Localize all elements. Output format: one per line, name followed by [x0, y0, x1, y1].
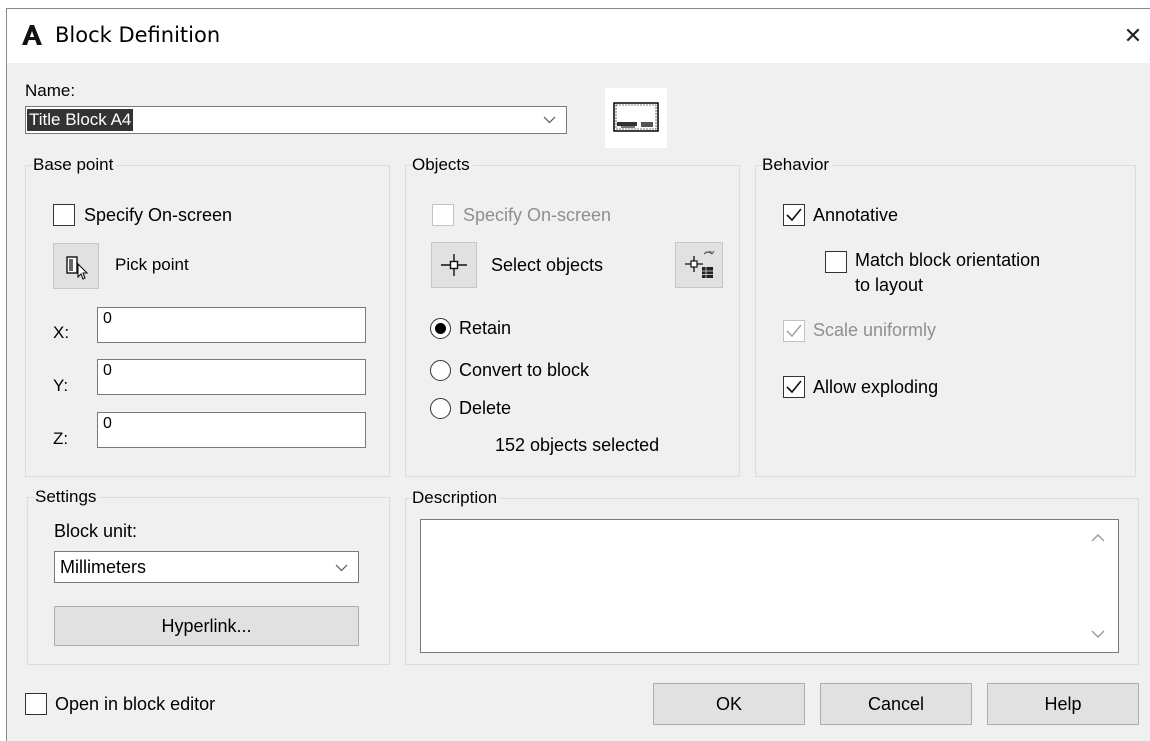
z-coordinate-input[interactable]: 0: [97, 412, 366, 448]
select-objects-button[interactable]: [431, 242, 477, 288]
match-orientation-label-line1: Match block orientation: [855, 250, 1041, 270]
chevron-down-icon[interactable]: [335, 564, 348, 572]
title-bar: Block Definition ✕: [7, 9, 1150, 63]
y-label: Y:: [53, 376, 69, 395]
pick-point-label: Pick point: [115, 255, 189, 274]
scale-uniformly-checkbox[interactable]: [783, 320, 805, 342]
open-in-block-editor-checkbox[interactable]: [25, 693, 47, 715]
convert-to-block-radio[interactable]: [430, 360, 451, 381]
pick-point-icon: [66, 256, 89, 280]
block-unit-label: Block unit:: [54, 521, 138, 541]
y-coordinate-input[interactable]: 0: [97, 359, 366, 395]
objects-selected-status: 152 objects selected: [495, 435, 660, 455]
allow-exploding-checkbox[interactable]: [783, 376, 805, 398]
block-unit-value: Millimeters: [60, 557, 147, 577]
scroll-up-icon[interactable]: [1091, 533, 1105, 543]
scroll-down-icon[interactable]: [1091, 629, 1105, 639]
block-definition-dialog: Block Definition ✕ Name: Title Block A4 …: [6, 8, 1150, 741]
quick-select-icon: [685, 250, 715, 278]
crosshair-icon: [441, 254, 467, 276]
retain-radio[interactable]: [430, 318, 451, 339]
block-unit-select[interactable]: Millimeters: [54, 551, 359, 583]
annotative-label: Annotative: [813, 205, 899, 225]
select-objects-label: Select objects: [491, 255, 604, 275]
checkmark-icon: [786, 380, 802, 394]
convert-to-block-label: Convert to block: [459, 360, 590, 380]
help-button[interactable]: Help: [987, 683, 1139, 725]
scale-uniformly-label: Scale uniformly: [813, 320, 937, 340]
dialog-title: Block Definition: [55, 23, 221, 47]
behavior-legend: Behavior: [762, 155, 833, 175]
open-in-block-editor-label: Open in block editor: [55, 694, 216, 714]
ok-button[interactable]: OK: [653, 683, 805, 725]
objects-specify-onscreen-label: Specify On-screen: [463, 205, 612, 225]
description-textarea[interactable]: [420, 519, 1119, 653]
pick-point-button[interactable]: [53, 243, 99, 289]
checkmark-icon: [786, 324, 802, 338]
retain-label: Retain: [459, 318, 512, 338]
quick-select-button[interactable]: [675, 242, 723, 288]
allow-exploding-label: Allow exploding: [813, 377, 939, 397]
objects-legend: Objects: [412, 155, 473, 175]
x-coordinate-input[interactable]: 0: [97, 307, 366, 343]
x-label: X:: [53, 323, 70, 342]
match-orientation-checkbox[interactable]: [825, 251, 847, 273]
autocad-logo-icon: [22, 25, 42, 45]
name-value: Title Block A4: [27, 109, 134, 131]
chevron-down-icon[interactable]: [543, 116, 556, 124]
base-point-legend: Base point: [33, 155, 117, 175]
settings-legend: Settings: [35, 487, 100, 507]
name-label: Name:: [25, 81, 76, 100]
checkmark-icon: [786, 208, 802, 222]
description-legend: Description: [412, 488, 501, 508]
name-combobox[interactable]: Title Block A4: [25, 106, 567, 134]
match-orientation-label-line2: to layout: [855, 275, 924, 295]
hyperlink-button[interactable]: Hyperlink...: [54, 606, 359, 646]
z-label: Z:: [53, 429, 69, 448]
delete-radio[interactable]: [430, 398, 451, 419]
base-specify-onscreen-label: Specify On-screen: [84, 205, 233, 225]
close-icon[interactable]: ✕: [1121, 23, 1145, 49]
cancel-button[interactable]: Cancel: [820, 683, 972, 725]
annotative-checkbox[interactable]: [783, 204, 805, 226]
delete-label: Delete: [459, 398, 512, 418]
objects-specify-onscreen-checkbox[interactable]: [432, 204, 454, 226]
block-preview-thumbnail: [605, 88, 667, 148]
base-specify-onscreen-checkbox[interactable]: [53, 204, 75, 226]
